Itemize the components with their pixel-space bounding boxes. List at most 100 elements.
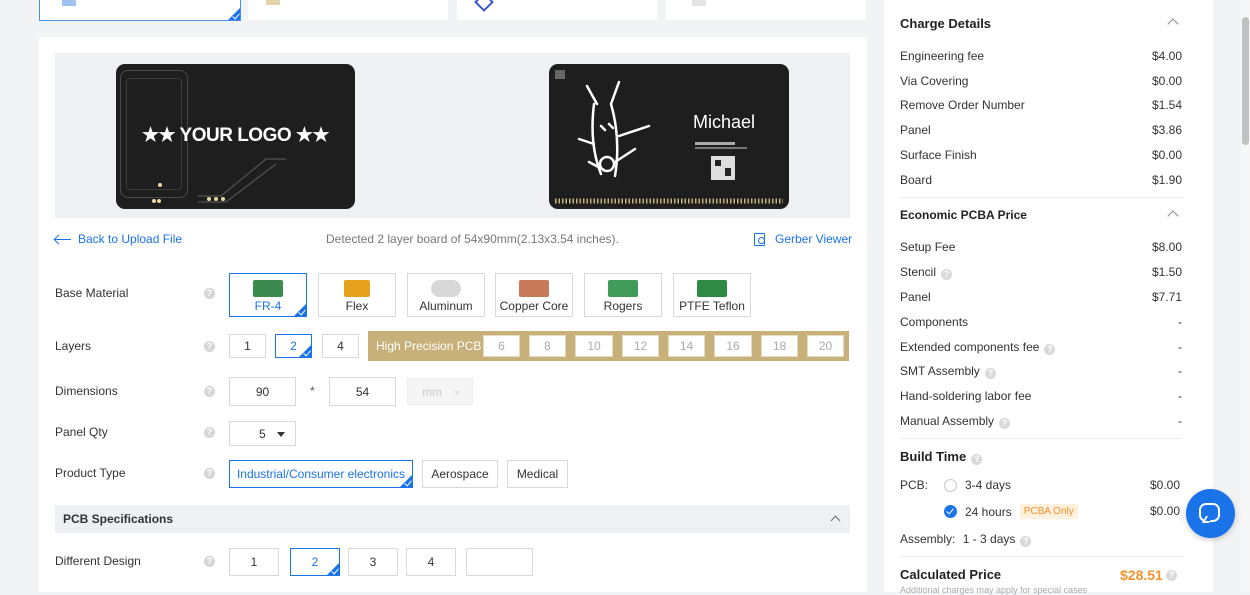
layer-option-4[interactable]: 4 bbox=[322, 334, 359, 358]
layer-option-6[interactable]: 6 bbox=[483, 335, 520, 357]
help-icon[interactable]: ? bbox=[1044, 344, 1056, 355]
layer-option-12[interactable]: 12 bbox=[622, 335, 659, 357]
design-option-3[interactable]: 3 bbox=[348, 548, 398, 576]
help-icon[interactable]: ? bbox=[1166, 570, 1177, 581]
width-input[interactable]: 90 bbox=[229, 377, 296, 406]
charge-row: Engineering fee $4.00 bbox=[900, 49, 1182, 63]
pcba-label: Components bbox=[900, 315, 969, 329]
material-option-fr4[interactable]: FR-4 bbox=[229, 273, 307, 317]
layer-option-16[interactable]: 16 bbox=[714, 335, 752, 357]
top-tab-1[interactable] bbox=[39, 0, 241, 21]
charge-value: $3.86 bbox=[1151, 123, 1182, 137]
pcba-value: - bbox=[1178, 315, 1182, 329]
page-scrollbar[interactable] bbox=[1241, 0, 1250, 592]
layers-label: Layers bbox=[55, 339, 92, 353]
panel-qty-select[interactable]: 5 bbox=[229, 421, 296, 446]
pcb-specs-title: PCB Specifications bbox=[63, 512, 174, 526]
top-tab-4[interactable] bbox=[666, 0, 866, 20]
tab-image-icon bbox=[692, 0, 706, 6]
design-option-1[interactable]: 1 bbox=[229, 548, 279, 576]
layer-option-8[interactable]: 8 bbox=[529, 335, 566, 357]
layer-option-18[interactable]: 18 bbox=[761, 335, 798, 357]
pcba-only-badge: PCBA Only bbox=[1019, 504, 1078, 519]
top-tab-3[interactable] bbox=[457, 0, 657, 20]
chat-bubble-icon bbox=[1199, 503, 1220, 523]
help-icon[interactable]: ? bbox=[999, 418, 1011, 429]
pcba-value: - bbox=[1178, 364, 1182, 378]
unit-select[interactable]: mm bbox=[407, 378, 473, 405]
help-icon[interactable]: ? bbox=[204, 288, 215, 299]
material-option-copper-core[interactable]: Copper Core bbox=[495, 273, 573, 317]
pcba-value: - bbox=[1178, 389, 1182, 403]
material-option-aluminum[interactable]: Aluminum bbox=[407, 273, 485, 317]
pcba-row: Manual Assembly? - bbox=[900, 414, 1182, 429]
design-option-4[interactable]: 4 bbox=[406, 548, 456, 576]
magnifier-icon bbox=[754, 232, 765, 246]
charge-label: Engineering fee bbox=[900, 49, 985, 63]
build-option-label: 24 hours bbox=[965, 504, 1012, 519]
product-type-medical[interactable]: Medical bbox=[507, 460, 568, 488]
help-icon[interactable]: ? bbox=[941, 269, 953, 280]
calculated-price-note: Additional charges may apply for special… bbox=[900, 585, 1088, 595]
unit-value: mm bbox=[422, 384, 442, 399]
build-option-price: $0.00 bbox=[1150, 504, 1181, 518]
pcba-label: SMT Assembly bbox=[900, 364, 980, 378]
pcb-front-image: ★★ YOUR LOGO ★★ bbox=[116, 64, 355, 209]
layer-option-2[interactable]: 2 bbox=[275, 334, 312, 358]
material-label: FR-4 bbox=[254, 299, 282, 313]
back-to-upload-link[interactable]: Back to Upload File bbox=[53, 232, 183, 246]
pcba-label: Manual Assembly bbox=[900, 414, 995, 428]
material-option-flex[interactable]: Flex bbox=[318, 273, 396, 317]
radio-unchecked-icon bbox=[944, 478, 957, 492]
dimension-separator: * bbox=[310, 384, 315, 398]
layer-option-14[interactable]: 14 bbox=[668, 335, 705, 357]
pcb-back-image: Michael bbox=[549, 64, 789, 209]
build-time-title: Build Time? bbox=[900, 449, 983, 465]
help-icon[interactable]: ? bbox=[1020, 536, 1032, 547]
design-option-2[interactable]: 2 bbox=[290, 548, 340, 576]
material-option-ptfe-teflon[interactable]: PTFE Teflon bbox=[673, 273, 751, 317]
charge-label: Board bbox=[900, 173, 933, 187]
build-option-24-hours[interactable]: 24 hours PCBA Only bbox=[944, 504, 1078, 519]
pcba-value: $1.50 bbox=[1151, 265, 1182, 279]
layer-option-10[interactable]: 10 bbox=[575, 335, 613, 357]
fr4-board-icon bbox=[253, 280, 283, 297]
divider bbox=[900, 556, 1182, 557]
product-type-aerospace[interactable]: Aerospace bbox=[422, 460, 498, 488]
pcba-row: Stencil? $1.50 bbox=[900, 265, 1182, 280]
doodle-drawing bbox=[555, 70, 783, 204]
charge-label: Remove Order Number bbox=[900, 98, 1025, 112]
help-icon[interactable]: ? bbox=[984, 368, 996, 379]
pcba-price-title: Economic PCBA Price bbox=[900, 208, 1027, 222]
help-icon[interactable]: ? bbox=[204, 556, 215, 567]
product-type-industrial[interactable]: Industrial/Consumer electronics bbox=[229, 460, 413, 488]
help-icon[interactable]: ? bbox=[204, 468, 215, 479]
scrollbar-thumb[interactable] bbox=[1242, 17, 1249, 145]
charge-value: $0.00 bbox=[1151, 74, 1182, 88]
top-tab-2[interactable] bbox=[248, 0, 448, 20]
arrow-left-icon bbox=[53, 234, 71, 244]
chat-button[interactable] bbox=[1186, 489, 1235, 538]
copper-core-icon bbox=[519, 280, 549, 297]
pcba-row: Setup Fee $8.00 bbox=[900, 240, 1182, 254]
help-icon[interactable]: ? bbox=[971, 454, 983, 465]
pcba-row: Panel $7.71 bbox=[900, 290, 1182, 304]
pcb-specs-header[interactable]: PCB Specifications bbox=[55, 505, 850, 533]
back-to-upload-label: Back to Upload File bbox=[78, 232, 183, 246]
material-option-rogers[interactable]: Rogers bbox=[584, 273, 662, 317]
layer-option-1[interactable]: 1 bbox=[229, 334, 266, 358]
pcba-label: Setup Fee bbox=[900, 240, 956, 254]
help-icon[interactable]: ? bbox=[204, 386, 215, 397]
ptfe-board-icon bbox=[697, 280, 727, 297]
different-design-label: Different Design bbox=[55, 554, 141, 568]
design-custom-input[interactable] bbox=[466, 548, 533, 576]
pcba-value: - bbox=[1178, 414, 1182, 428]
build-option-3-4-days[interactable]: 3-4 days bbox=[944, 478, 1011, 492]
help-icon[interactable]: ? bbox=[204, 341, 215, 352]
height-input[interactable]: 54 bbox=[329, 377, 396, 406]
layer-option-20[interactable]: 20 bbox=[807, 335, 844, 357]
charge-value: $0.00 bbox=[1151, 148, 1182, 162]
charge-value: $4.00 bbox=[1151, 49, 1182, 63]
help-icon[interactable]: ? bbox=[204, 427, 215, 438]
gerber-viewer-link[interactable]: Gerber Viewer bbox=[754, 232, 852, 246]
